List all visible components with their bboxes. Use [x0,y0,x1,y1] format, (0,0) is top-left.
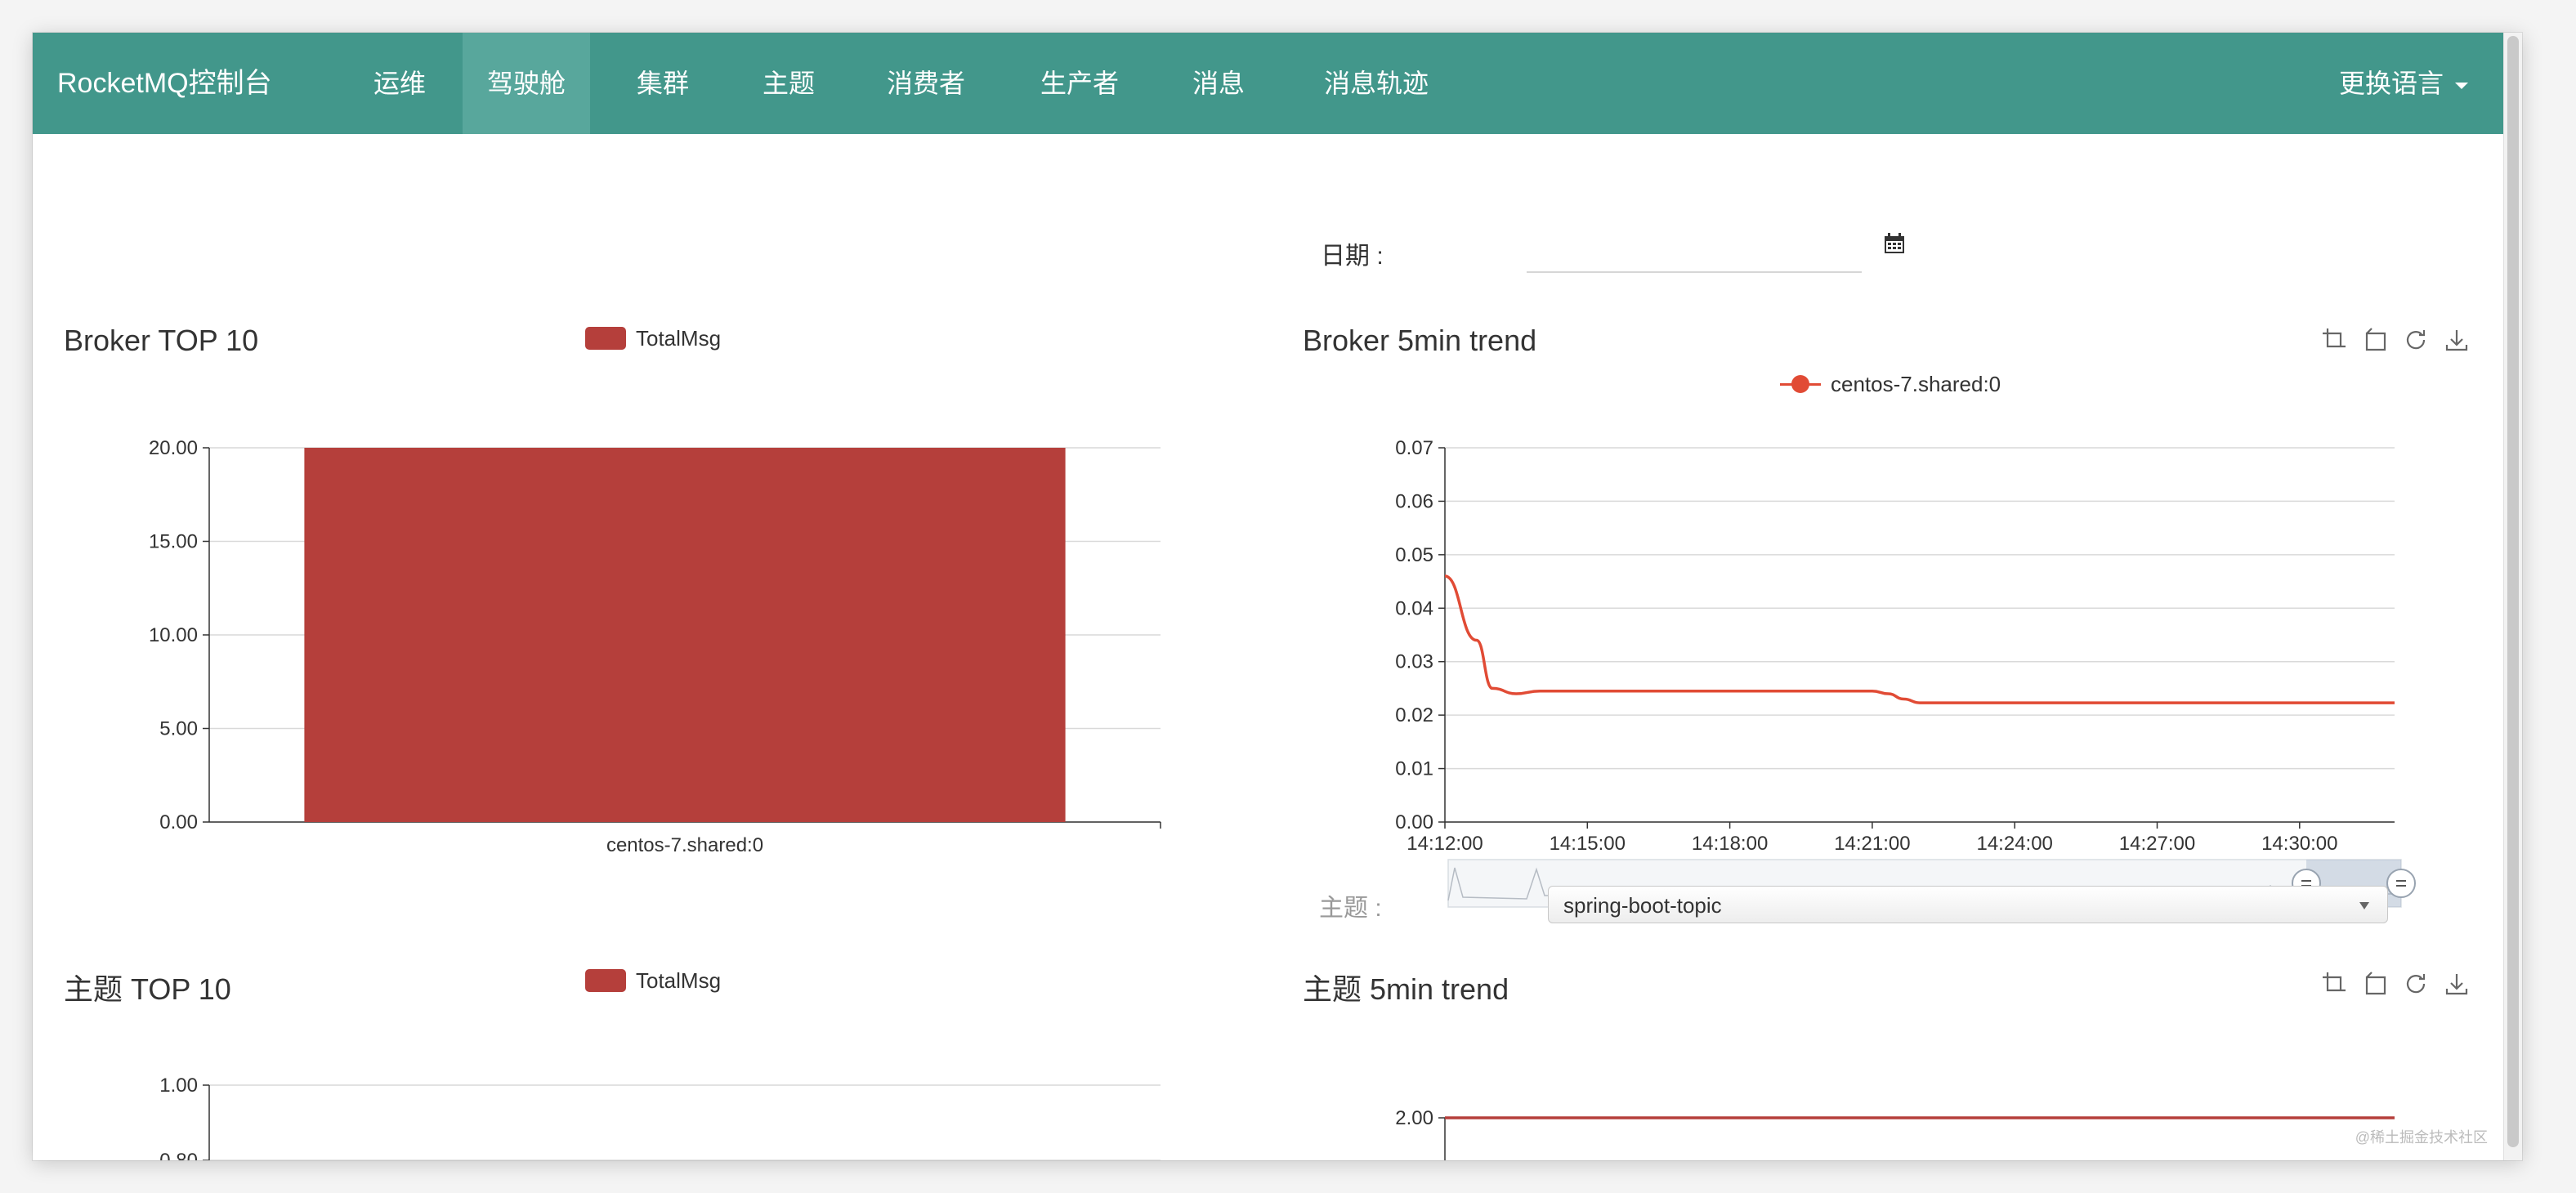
brand-title[interactable]: RocketMQ控制台 [57,33,272,134]
nav-item-consumer[interactable]: 消费者 [865,33,987,134]
y-tick-label: 10.00 [149,624,198,646]
nav-item-message-trace[interactable]: 消息轨迹 [1296,33,1456,134]
y-tick-label: 20.00 [149,437,198,459]
y-tick-label: 1.00 [159,1075,198,1097]
top-navbar: RocketMQ控制台 运维 驾驶舱 集群 主题 消费者 生产者 消息 消息轨迹… [33,33,2522,134]
scrollbar-thumb[interactable] [2507,36,2519,1147]
chevron-down-icon [2359,902,2369,909]
y-tick-label: 0.07 [1395,437,1433,459]
topic-trend-toolbox [2321,971,2470,997]
calendar-icon[interactable] [1883,232,1906,255]
broker-trend-title: Broker 5min trend [1303,324,1537,357]
topic-filter-label: 主题 : [1319,895,1382,922]
console-window: RocketMQ控制台 运维 驾驶舱 集群 主题 消费者 生产者 消息 消息轨迹… [33,33,2522,1160]
topic-trend-title: 主题 5min trend [1303,972,1509,1006]
series-line [1444,574,2395,704]
nav-item-topic[interactable]: 主题 [740,33,837,134]
y-tick-label: 0.04 [1395,597,1433,619]
nav-item-message[interactable]: 消息 [1170,33,1267,134]
broker-top10-title: Broker TOP 10 [64,324,259,357]
x-tick-label: 14:24:00 [1976,833,2052,855]
y-tick-label: 0.03 [1395,651,1433,673]
zoom-icon[interactable] [2321,971,2347,997]
x-tick-label: 14:21:00 [1834,833,1910,855]
bar [304,448,1066,822]
y-tick-label: 0.06 [1395,490,1433,512]
x-tick-label: centos-7.shared:0 [606,834,763,856]
zoom-reset-icon[interactable] [2362,327,2388,353]
save-image-icon[interactable] [2444,971,2470,997]
legend-swatch [585,327,626,350]
zoom-icon[interactable] [2321,327,2347,353]
topic-top10-chart[interactable]: 1.00 0.80 [82,1062,1177,1160]
legend-swatch [585,969,626,992]
topic-top10-legend[interactable]: TotalMsg [585,967,721,994]
legend-label: centos-7.shared:0 [1831,371,2001,396]
y-tick-label: 0.05 [1395,544,1433,566]
x-tick-label: 14:27:00 [2119,833,2195,855]
topic-trend-chart[interactable]: 2.00 [1308,1095,2484,1160]
nav-item-cluster[interactable]: 集群 [615,33,711,134]
broker-trend-chart[interactable]: 0.00 0.01 0.02 0.03 0.04 0.05 0.06 0.07 14:12:00… [1308,409,2484,915]
y-tick-label: 0.80 [159,1150,198,1160]
x-tick-label: 14:15:00 [1550,833,1626,855]
legend-label: TotalMsg [636,325,722,351]
broker-top10-chart[interactable]: 0.00 5.00 10.00 15.00 20.00 centos-7.shared:0 [82,409,1177,874]
y-tick-label: 0.02 [1395,704,1433,726]
datazoom-handle [2386,869,2416,898]
nav-item-producer[interactable]: 生产者 [1018,33,1141,134]
nav-item-ops[interactable]: 运维 [351,33,448,134]
x-tick-label: 14:12:00 [1407,833,1483,855]
broker-trend-legend[interactable]: centos-7.shared:0 [1780,371,2001,397]
y-tick-label: 2.00 [1395,1107,1433,1129]
language-label: 更换语言 [2339,69,2444,98]
restore-icon[interactable] [2403,971,2429,997]
save-image-icon[interactable] [2444,327,2470,353]
x-tick-label: 14:18:00 [1692,833,1768,855]
topic-select[interactable]: spring-boot-topic [1548,886,2388,923]
date-label: 日期 : [1321,243,1384,270]
x-tick-label: 14:30:00 [2261,833,2337,855]
language-dropdown[interactable]: 更换语言 [2339,33,2469,134]
broker-top10-legend[interactable]: TotalMsg [585,325,721,351]
y-tick-label: 5.00 [159,718,198,740]
caret-down-icon [2455,82,2469,89]
topic-top10-title: 主题 TOP 10 [64,972,231,1006]
vertical-scrollbar[interactable] [2503,33,2522,1160]
y-tick-label: 0.01 [1395,758,1433,780]
zoom-reset-icon[interactable] [2362,971,2388,997]
date-input[interactable] [1527,235,1862,273]
broker-trend-toolbox [2321,327,2470,353]
restore-icon[interactable] [2403,327,2429,353]
topic-select-value: spring-boot-topic [1563,893,1722,918]
watermark: @稀土掘金技术社区 [2355,1129,2488,1146]
legend-label: TotalMsg [636,967,722,993]
legend-line-swatch [1780,373,1821,395]
y-tick-label: 0.00 [159,811,198,833]
y-tick-label: 15.00 [149,531,198,553]
nav-item-dashboard[interactable]: 驾驶舱 [463,33,590,134]
y-tick-label: 0.00 [1395,811,1433,833]
